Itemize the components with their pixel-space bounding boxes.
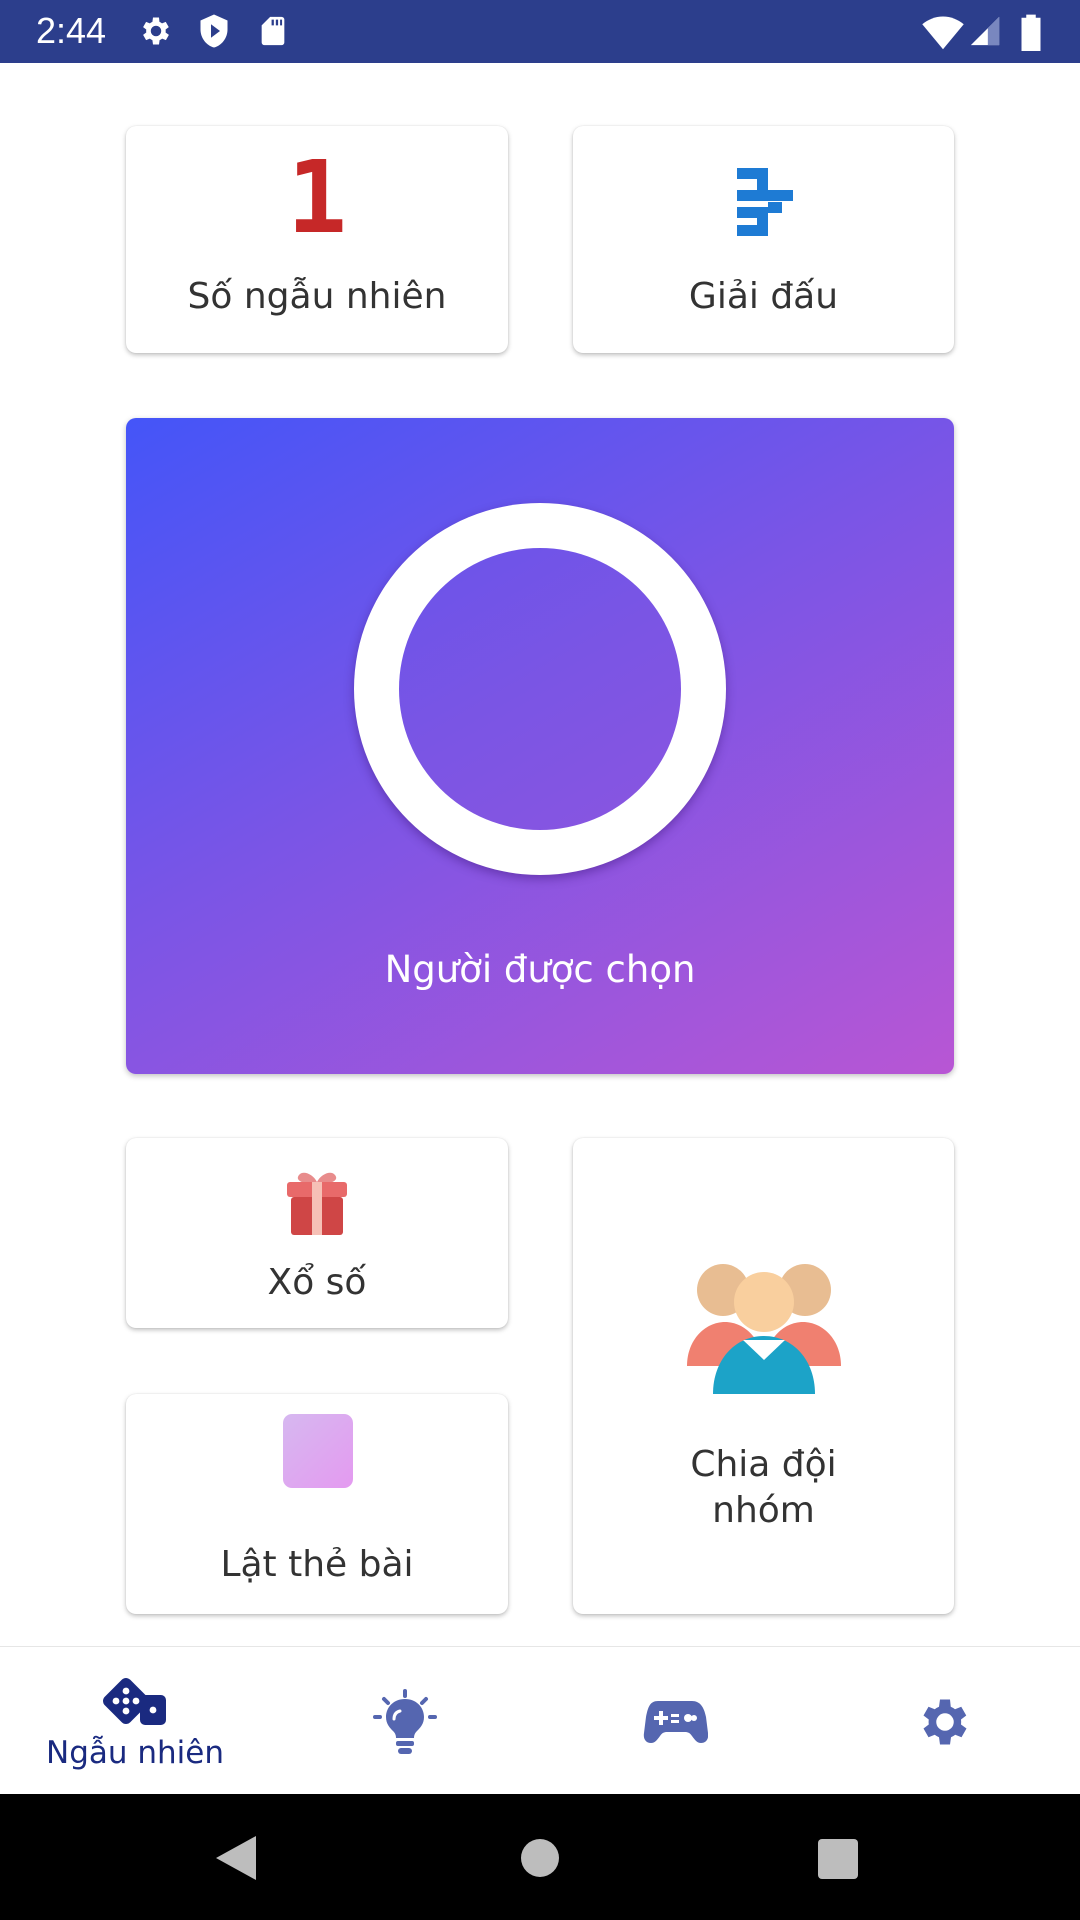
nav-label-random: Ngẫu nhiên — [46, 1735, 224, 1771]
lightbulb-icon — [373, 1689, 437, 1754]
chosen-person-label: Người được chọn — [384, 948, 696, 991]
random-number-label: Số ngẫu nhiên — [187, 276, 447, 317]
system-navigation-bar — [0, 1794, 1080, 1920]
team-split-label-line2: nhóm — [712, 1490, 815, 1531]
flip-card-label: Lật thẻ bài — [220, 1544, 414, 1585]
settings-gear-icon — [923, 1699, 967, 1745]
circle-inner — [399, 548, 681, 830]
group-people-icon — [687, 1264, 841, 1394]
settings-notification-icon — [143, 17, 169, 45]
random-number-card[interactable]: 1 Số ngẫu nhiên — [126, 126, 508, 353]
gamepad-icon — [643, 1701, 708, 1743]
battery-icon — [1021, 14, 1041, 51]
chosen-person-circle-button[interactable] — [354, 503, 726, 875]
status-bar: 2:44 — [0, 0, 1080, 63]
number-one-icon: 1 — [286, 139, 348, 256]
team-split-card[interactable]: Chia đội nhóm — [573, 1138, 954, 1614]
sd-card-icon — [261, 16, 285, 46]
nav-item-random[interactable]: Ngẫu nhiên — [0, 1647, 270, 1795]
cellular-signal-icon — [970, 16, 1000, 46]
back-icon[interactable] — [214, 1834, 258, 1882]
flip-card-card[interactable]: Lật thẻ bài — [126, 1394, 508, 1614]
tournament-card[interactable]: Giải đấu — [573, 126, 954, 353]
nav-item-games[interactable] — [540, 1647, 810, 1795]
dice-icon — [103, 1678, 166, 1725]
team-split-label-line1: Chia đội — [690, 1444, 837, 1485]
gift-icon — [287, 1172, 347, 1235]
tournament-bracket-icon — [737, 168, 793, 236]
status-time: 2:44 — [36, 10, 107, 51]
lottery-card[interactable]: Xổ số — [126, 1138, 508, 1328]
nav-item-settings[interactable] — [810, 1647, 1080, 1795]
tournament-label: Giải đấu — [688, 276, 839, 317]
nav-item-ideas[interactable] — [270, 1647, 540, 1795]
shield-play-icon — [200, 14, 228, 48]
recents-icon[interactable] — [818, 1839, 858, 1879]
wifi-icon — [922, 16, 964, 50]
lottery-label: Xổ số — [267, 1262, 367, 1303]
bottom-navigation: Ngẫu nhiên — [0, 1646, 1080, 1795]
home-icon[interactable] — [521, 1839, 559, 1877]
card-square-icon — [283, 1414, 353, 1488]
